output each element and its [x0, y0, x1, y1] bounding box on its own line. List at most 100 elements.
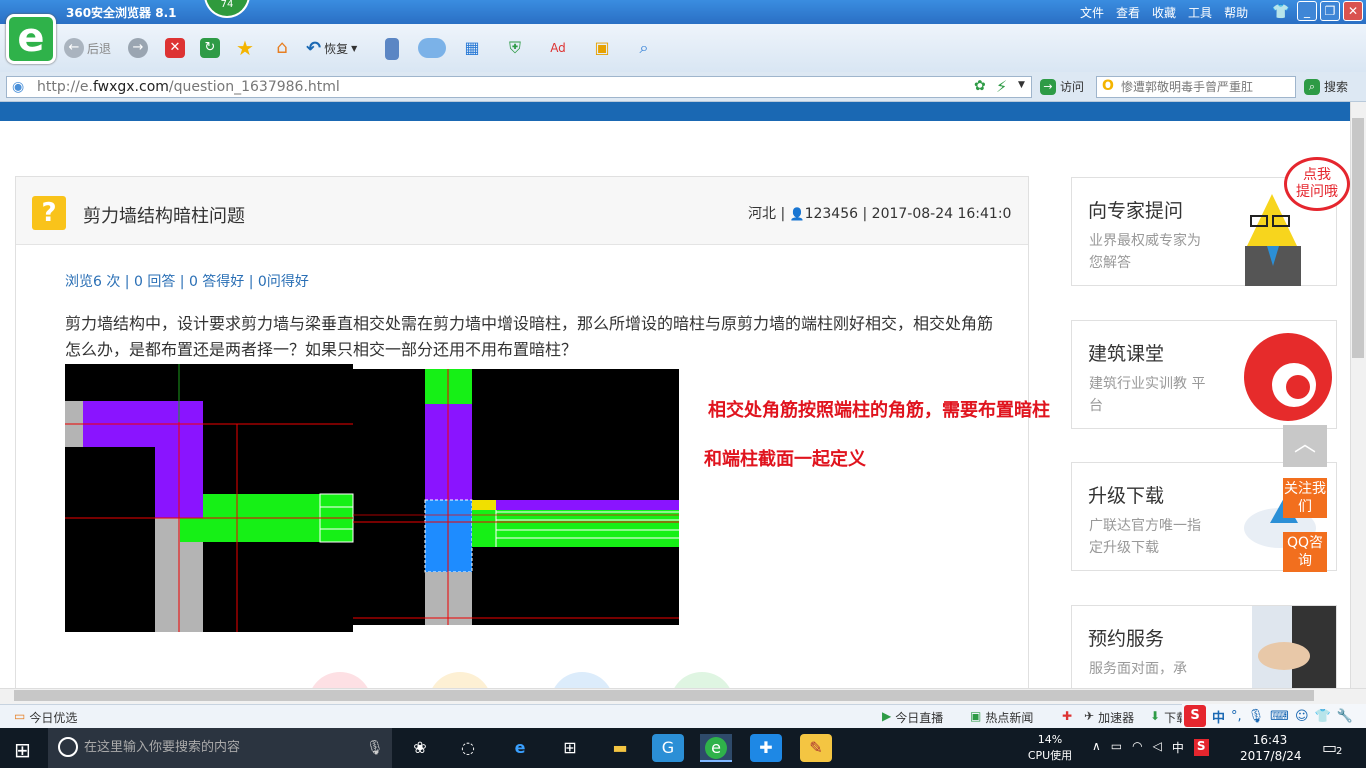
tray-chevron-icon[interactable]: ∧: [1092, 739, 1101, 756]
keyboard-icon[interactable]: ⌨: [1270, 709, 1289, 724]
rocket-icon: ✈: [1084, 709, 1095, 723]
news-icon: ▣: [970, 709, 982, 723]
glodon-app-icon[interactable]: G: [652, 734, 684, 762]
go-arrow-icon: →: [1040, 78, 1056, 95]
notification-icon[interactable]: ▭: [1322, 738, 1337, 757]
secure-icon[interactable]: ✿: [974, 78, 986, 94]
volume-icon[interactable]: ◁: [1153, 739, 1162, 756]
search-button[interactable]: ⌕ 搜索: [1304, 78, 1348, 95]
back-to-top-icon[interactable]: ︿: [1283, 425, 1327, 467]
question-meta: 河北 | 👤123456 | 2017-08-24 16:41:0: [748, 206, 1012, 222]
browser-swirl-icon[interactable]: ◌: [452, 734, 484, 762]
today-picks[interactable]: ▭ 今日优选: [14, 709, 77, 726]
handshake-icon: [1252, 606, 1336, 688]
sogou-tray-icon[interactable]: S: [1193, 739, 1209, 756]
edge-icon[interactable]: e: [504, 734, 536, 762]
360-browser-taskbar-icon[interactable]: e: [700, 734, 732, 762]
apps-grid-icon[interactable]: ▦: [462, 38, 482, 58]
question-stats: 浏览6 次 | 0 回答 | 0 答得好 | 0问得好: [65, 274, 309, 290]
menu-tools[interactable]: 工具: [1188, 4, 1212, 21]
screenshot-icon[interactable]: ▣: [592, 38, 612, 58]
back-arrow-icon: ←: [64, 38, 84, 58]
minimize-button[interactable]: _: [1297, 1, 1317, 21]
forward-arrow-icon[interactable]: →: [128, 38, 148, 58]
answer-note-1: 相交处角筋按照端柱的角筋，需要布置暗柱: [708, 400, 1050, 421]
menu-file[interactable]: 文件: [1080, 4, 1104, 21]
question-region: 河北: [748, 206, 776, 222]
task-view-icon[interactable]: ❀: [404, 734, 436, 762]
mic-icon[interactable]: 🎙: [1248, 709, 1265, 724]
favorite-star-icon[interactable]: ★: [235, 38, 255, 58]
cortana-icon[interactable]: [58, 737, 78, 757]
question-datetime: 2017-08-24 16:41:0: [871, 206, 1012, 222]
vertical-scroll-thumb[interactable]: [1352, 118, 1364, 358]
ask-bubble[interactable]: 点我 提问哦: [1284, 157, 1350, 211]
refresh-icon[interactable]: ↻: [200, 38, 220, 58]
browser-logo-icon[interactable]: e: [6, 14, 56, 64]
question-user[interactable]: 123456: [805, 206, 858, 222]
phone-icon[interactable]: [385, 38, 399, 60]
battery-icon[interactable]: ▭: [1111, 739, 1122, 756]
user-icon: 👤: [789, 207, 805, 221]
adblock-icon[interactable]: Ad: [548, 38, 568, 58]
stop-icon[interactable]: ✕: [165, 38, 185, 58]
chevron-down-icon: ▼: [351, 43, 358, 53]
hot-news[interactable]: ▣ 热点新闻: [970, 709, 1033, 726]
cad-diagram-image: [65, 364, 679, 632]
search-engine-icon[interactable]: O: [1102, 78, 1114, 94]
qq-consult-button[interactable]: QQ咨询: [1283, 532, 1327, 572]
notes-app-icon[interactable]: ✎: [800, 734, 832, 762]
medical-icon[interactable]: ✚: [1062, 709, 1072, 723]
home-icon[interactable]: ⌂: [272, 38, 292, 58]
glodon-logo-icon: [1244, 333, 1332, 421]
speed-mode-icon[interactable]: ⚡: [996, 77, 1007, 96]
url-input[interactable]: http://e.fwxgx.com/question_1637986.html: [6, 76, 1032, 98]
search-icon: ⌕: [1304, 78, 1320, 95]
visit-button[interactable]: → 访问: [1040, 78, 1084, 95]
maximize-button[interactable]: ❐: [1320, 1, 1340, 21]
store-icon[interactable]: ⊞: [554, 734, 586, 762]
follow-us-button[interactable]: 关注我们: [1283, 478, 1327, 518]
remote-app-icon[interactable]: ✚: [750, 734, 782, 762]
question-title: 剪力墙结构暗柱问题: [83, 206, 245, 227]
menu-bar: 文件 查看 收藏 工具 帮助: [1080, 4, 1248, 21]
input-language[interactable]: 中: [1172, 739, 1184, 756]
accelerator[interactable]: ✈ 加速器: [1084, 709, 1134, 726]
search-input[interactable]: 惨遭郭敬明毒手曾严重肛: [1096, 76, 1296, 98]
system-tray: ∧ ▭ ◠ ◁ 中 S: [1092, 739, 1209, 756]
restore-button[interactable]: ↶ 恢复 ▼: [306, 36, 357, 60]
menu-help[interactable]: 帮助: [1224, 4, 1248, 21]
menu-view[interactable]: 查看: [1116, 4, 1140, 21]
file-explorer-icon[interactable]: ▬: [604, 734, 636, 762]
answer-note-2: 和端柱截面一起定义: [704, 449, 866, 470]
undo-icon: ↶: [306, 37, 322, 59]
zoom-icon[interactable]: ⌕: [634, 38, 654, 58]
clock[interactable]: 16:43 2017/8/24: [1240, 732, 1302, 764]
site-header-bar: [0, 102, 1350, 121]
skin-icon[interactable]: ☺: [1295, 709, 1309, 724]
appointment-service-card[interactable]: 预约服务 服务面对面，承: [1071, 605, 1337, 688]
cloud-icon[interactable]: [418, 38, 446, 58]
cpu-meter[interactable]: 14% CPU使用: [1024, 732, 1076, 764]
shirt-icon[interactable]: 👕: [1272, 4, 1289, 20]
microphone-icon[interactable]: 🎙: [366, 740, 384, 756]
sogou-ime-icon[interactable]: S: [1184, 705, 1206, 727]
building-class-card[interactable]: 建筑课堂 建筑行业实训教 平台: [1071, 320, 1337, 429]
horizontal-scroll-thumb[interactable]: [14, 690, 1314, 701]
close-button[interactable]: ✕: [1343, 1, 1363, 21]
app-title: 360安全浏览器 8.1: [66, 6, 177, 20]
url-dropdown-icon[interactable]: ▼: [1018, 80, 1025, 90]
menu-favorites[interactable]: 收藏: [1152, 4, 1176, 21]
punct-icon[interactable]: °,: [1231, 709, 1242, 724]
download-arrow-icon: ⬇: [1150, 709, 1161, 723]
today-live[interactable]: ▶ 今日直播: [882, 709, 943, 726]
gift-icon: ▭: [14, 709, 26, 723]
wrench-icon[interactable]: 🔧: [1337, 709, 1353, 724]
shield-icon[interactable]: ⛨: [505, 38, 525, 58]
windows-start-icon[interactable]: ⊞: [14, 738, 31, 762]
wifi-icon[interactable]: ◠: [1132, 739, 1142, 756]
question-mark-icon: ?: [32, 196, 66, 230]
taskbar-search-input[interactable]: 在这里输入你要搜索的内容: [48, 728, 392, 768]
back-button[interactable]: ← 后退: [64, 36, 111, 60]
shirt-ime-icon[interactable]: 👕: [1315, 709, 1331, 724]
